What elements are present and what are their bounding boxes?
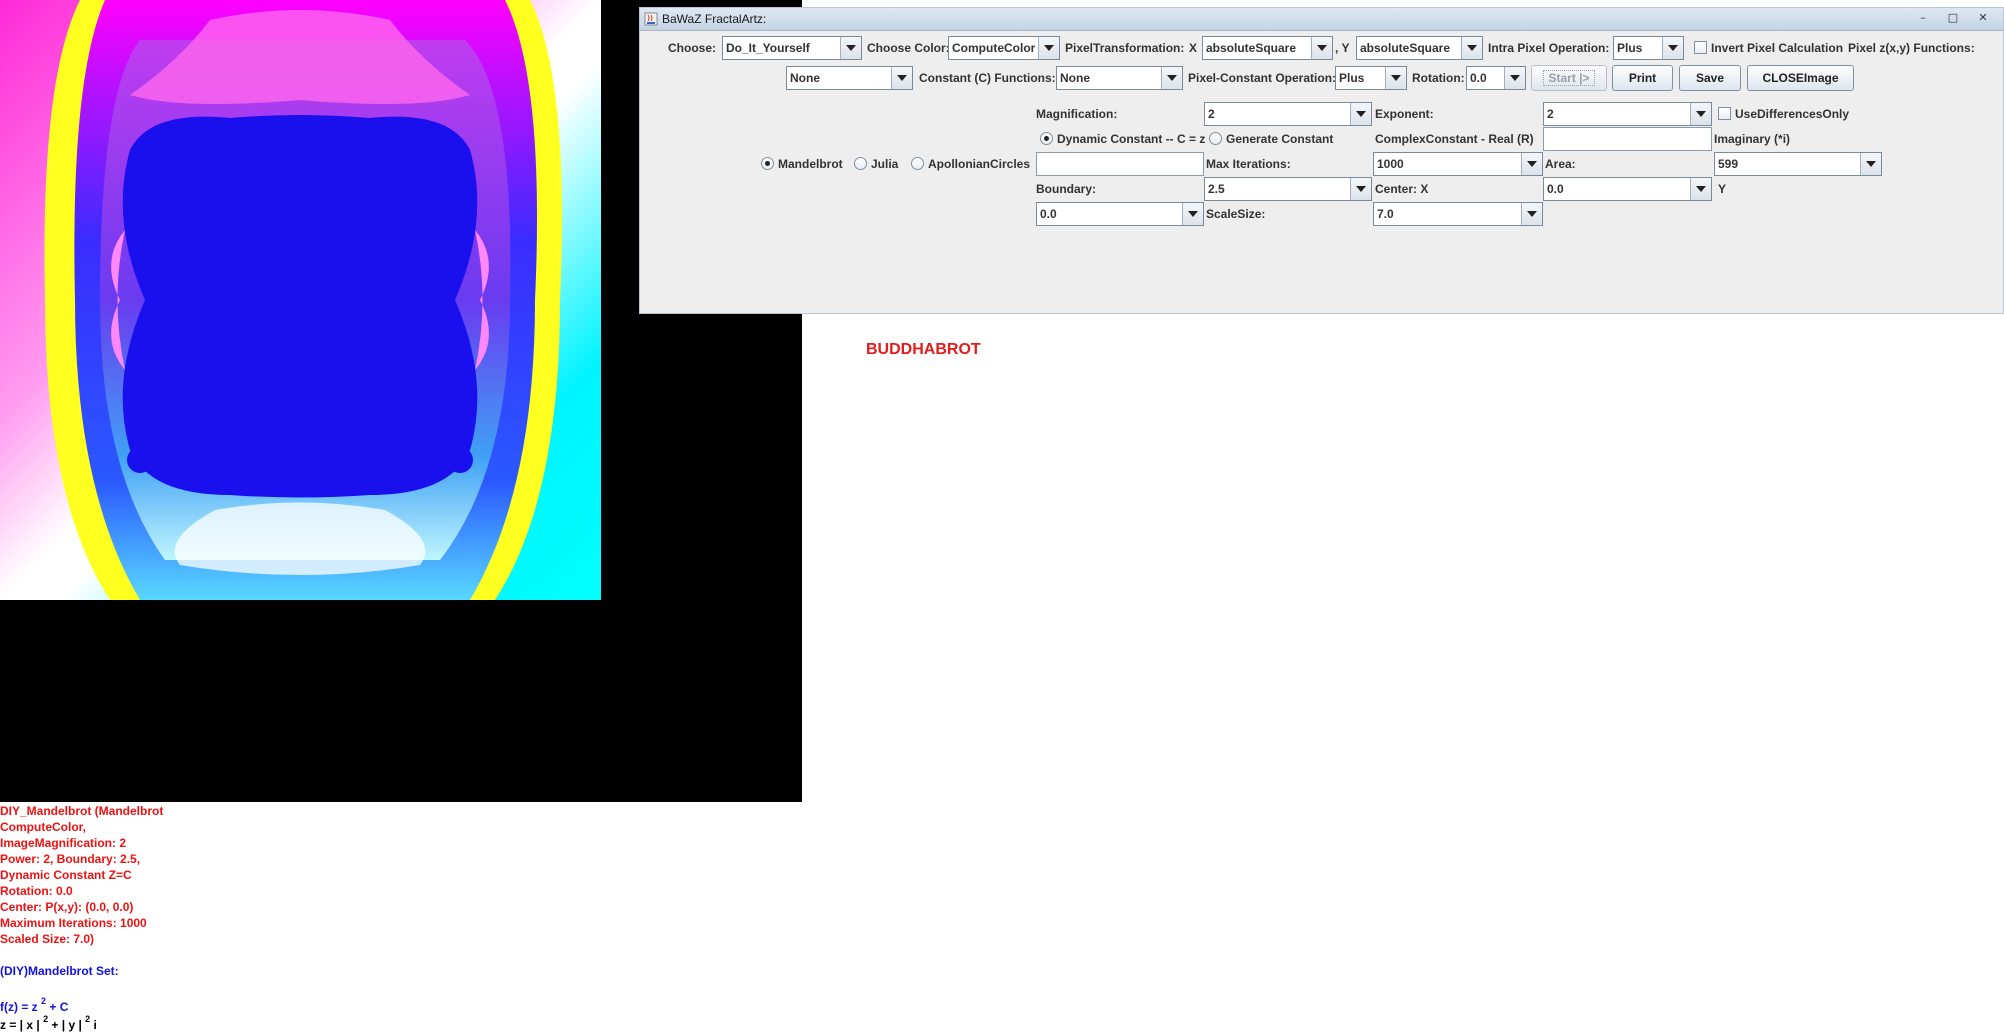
chevron-down-icon[interactable] [1161,67,1182,89]
pixel-function-dropdown[interactable]: None [786,66,913,90]
chevron-down-icon[interactable] [1350,178,1371,200]
center-y-label: Y [1718,182,1727,196]
info-line: Center: P(x,y): (0.0, 0.0) [0,900,134,914]
info-line: Maximum Iterations: 1000 [0,916,147,930]
pixel-y-dropdown[interactable]: absoluteSquare [1356,36,1483,60]
rotation-dropdown[interactable]: 0.0 [1466,66,1526,90]
fractal-app-window: BaWaZ FractalArtz: – □ ✕ Choose: Do_It_Y… [639,7,2004,314]
fractal-info-panel: DIY_Mandelbrot (Mandelbrot ComputeColor,… [0,803,330,1033]
info-line: Power: 2, Boundary: 2.5, [0,852,141,866]
set-title: (DIY)Mandelbrot Set: [0,964,119,978]
magnification-dropdown[interactable]: 2 [1204,102,1372,126]
window-title: BaWaZ FractalArtz: [662,12,767,26]
title-bar[interactable]: BaWaZ FractalArtz: – □ ✕ [640,8,2003,31]
fractal-image [0,0,601,600]
info-line: ImageMagnification: 2 [0,836,127,850]
chevron-down-icon[interactable] [1521,203,1542,225]
imaginary-label: Imaginary (*i) [1714,132,1791,146]
magnification-label: Magnification: [1036,107,1118,121]
boundary-label: Boundary: [1036,182,1096,196]
minimize-button[interactable]: – [1909,10,1937,26]
use-differences-label: UseDifferencesOnly [1735,107,1850,121]
info-line: DIY_Mandelbrot (Mandelbrot [0,804,164,818]
info-line: Scaled Size: 7.0) [0,932,95,946]
dynamic-constant-radio[interactable] [1040,132,1053,145]
chevron-down-icon[interactable] [1690,178,1711,200]
intra-pixel-dropdown[interactable]: Plus [1613,36,1684,60]
buddhabrot-label: BUDDHABROT [866,341,981,358]
exponent-dropdown[interactable]: 2 [1543,102,1712,126]
chevron-down-icon[interactable] [1311,37,1332,59]
chevron-down-icon[interactable] [1690,103,1711,125]
complex-real-input[interactable] [1543,127,1712,151]
julia-radio[interactable] [854,157,867,170]
formula-z: z = | x | 2 + | y | 2 i [0,1014,97,1033]
info-line: Rotation: 0.0 [0,884,73,898]
chevron-down-icon[interactable] [1350,103,1371,125]
y-label: , Y [1335,41,1350,55]
java-app-icon [644,12,658,26]
mandelbrot-label: Mandelbrot [778,157,843,171]
dynamic-constant-label: Dynamic Constant -- C = z [1057,132,1206,146]
julia-label: Julia [871,157,899,171]
intra-pixel-label: Intra Pixel Operation: [1488,41,1610,55]
info-line: ComputeColor, [0,820,86,834]
x-label: X [1189,41,1198,55]
constant-functions-label: Constant (C) Functions: [919,71,1056,85]
color-dropdown[interactable]: ComputeColor [948,36,1060,60]
chevron-down-icon[interactable] [1860,153,1881,175]
apollonian-label: ApollonianCircles [928,157,1031,171]
close-button[interactable]: ✕ [1969,10,1997,26]
chevron-down-icon[interactable] [1038,37,1059,59]
area-label: Area: [1545,157,1576,171]
chevron-down-icon[interactable] [1385,67,1406,89]
rotation-label: Rotation: [1412,71,1465,85]
chevron-down-icon[interactable] [1521,153,1542,175]
scale-size-dropdown[interactable]: 7.0 [1373,202,1543,226]
pixel-transformation-label: PixelTransformation: [1065,41,1185,55]
pixel-constant-operation-dropdown[interactable]: Plus [1335,66,1407,90]
formula-f: f(z) = z 2 + C [0,996,69,1015]
maximize-button[interactable]: □ [1939,10,1967,26]
center-x-dropdown[interactable]: 0.0 [1543,177,1712,201]
close-image-button[interactable]: CLOSEImage [1747,65,1854,91]
pixel-constant-operation-label: Pixel-Constant Operation: [1188,71,1337,85]
apollonian-radio[interactable] [911,157,924,170]
chevron-down-icon[interactable] [1182,203,1203,225]
invert-pixel-label: Invert Pixel Calculation [1711,41,1844,55]
pixel-x-dropdown[interactable]: absoluteSquare [1202,36,1333,60]
chevron-down-icon[interactable] [1504,67,1525,89]
max-iterations-dropdown[interactable]: 1000 [1373,152,1543,176]
center-x-label: Center: X [1375,182,1429,196]
complex-real-label: ComplexConstant - Real (R) [1375,132,1534,146]
max-iterations-label: Max Iterations: [1206,157,1291,171]
mandelbrot-radio[interactable] [761,157,774,170]
generate-constant-radio[interactable] [1209,132,1222,145]
save-button[interactable]: Save [1679,65,1741,91]
chevron-down-icon[interactable] [1662,37,1683,59]
center-y-dropdown[interactable]: 0.0 [1036,202,1204,226]
imaginary-input[interactable] [1036,152,1204,176]
choose-dropdown[interactable]: Do_It_Yourself [722,36,862,60]
exponent-label: Exponent: [1375,107,1434,121]
boundary-dropdown[interactable]: 2.5 [1204,177,1372,201]
chevron-down-icon[interactable] [1461,37,1482,59]
invert-pixel-checkbox[interactable] [1694,41,1707,54]
use-differences-checkbox[interactable] [1718,107,1731,120]
start-button[interactable]: Start |> [1531,65,1607,91]
info-line: Dynamic Constant Z=C [0,868,132,882]
constant-function-dropdown[interactable]: None [1056,66,1183,90]
scale-size-label: ScaleSize: [1206,207,1266,221]
pixel-functions-label: Pixel z(x,y) Functions: [1848,41,1975,55]
area-dropdown[interactable]: 599 [1714,152,1882,176]
generate-constant-label: Generate Constant [1226,132,1334,146]
chevron-down-icon[interactable] [840,37,861,59]
choose-label: Choose: [668,41,716,55]
chevron-down-icon[interactable] [891,67,912,89]
choose-color-label: Choose Color: [867,41,950,55]
print-button[interactable]: Print [1612,65,1673,91]
